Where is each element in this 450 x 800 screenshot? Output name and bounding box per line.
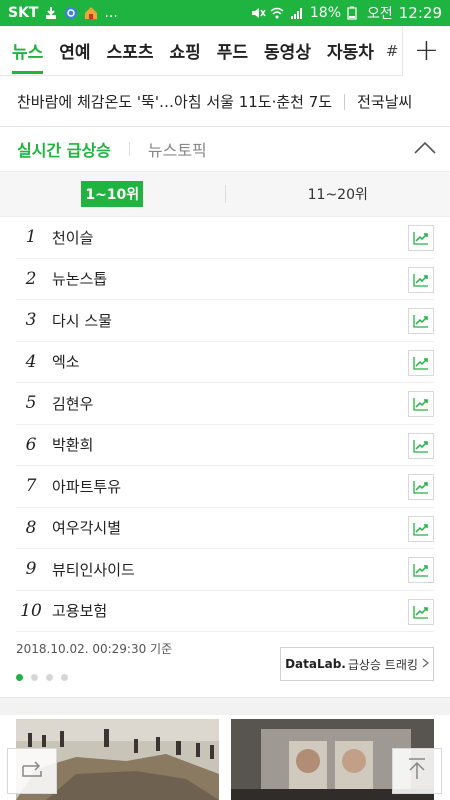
rank-keyword: 여우각시별 — [52, 519, 122, 538]
rank-item[interactable]: 1 천이슬 — [16, 217, 434, 259]
rank-number: 2 — [25, 268, 37, 289]
page-dot[interactable] — [16, 674, 23, 681]
range-1-10-label: 1~10위 — [81, 181, 144, 207]
chevron-up-icon[interactable] — [414, 139, 436, 163]
trend-chart-icon[interactable] — [408, 349, 434, 376]
section-gap — [0, 697, 450, 715]
ampm-label: 오전 — [367, 6, 393, 22]
weather-headline-bar: 찬바람에 체감온도 '뚝'…아침 서울 11도·춘천 7도 전국날씨 — [0, 77, 450, 127]
tab-hashtag[interactable]: # — [386, 42, 399, 60]
rank-list: 1 천이슬 2 뉴논스톱 3 다시 스물 4 엑소 5 김현우 6 박환희 7 … — [16, 217, 434, 632]
page-dot[interactable] — [31, 674, 38, 681]
divider — [344, 93, 346, 110]
rank-number: 8 — [25, 517, 37, 538]
realtime-header: 실시간 급상승 뉴스토픽 — [0, 127, 450, 171]
page-dot[interactable] — [46, 674, 53, 681]
rank-number: 10 — [20, 600, 42, 621]
rank-keyword: 김현우 — [52, 394, 94, 413]
range-11-20-label: 11~20위 — [307, 187, 368, 203]
plus-icon: + — [413, 33, 440, 68]
rank-number: 9 — [25, 559, 37, 580]
rank-item[interactable]: 3 다시 스물 — [16, 300, 434, 342]
rank-keyword: 뉴논스톱 — [52, 270, 108, 289]
datalab-trending-button[interactable]: DataLab. 급상승 트래킹 — [280, 647, 434, 681]
rank-number: 3 — [25, 310, 37, 331]
rank-keyword: 아파트투유 — [52, 477, 122, 496]
rank-keyword: 다시 스물 — [52, 311, 112, 330]
rank-item[interactable]: 7 아파트투유 — [16, 466, 434, 508]
trend-chart-icon[interactable] — [408, 515, 434, 542]
range-11-20[interactable]: 11~20위 — [226, 171, 450, 217]
clock: 12:29 — [398, 4, 442, 22]
trend-chart-icon[interactable] — [408, 266, 434, 293]
rank-keyword: 엑소 — [52, 353, 80, 372]
tab-video[interactable]: 동영상 — [264, 26, 311, 76]
trend-chart-icon[interactable] — [408, 474, 434, 500]
rank-item[interactable]: 5 김현우 — [16, 383, 434, 425]
sync-icon — [64, 6, 78, 20]
rank-item[interactable]: 10 고용보험 — [16, 591, 434, 632]
rank-number: 1 — [25, 227, 37, 248]
rank-number: 6 — [25, 434, 37, 455]
download-icon — [44, 6, 58, 20]
arrow-up-icon — [406, 757, 428, 785]
battery-icon — [347, 6, 361, 20]
divider — [128, 142, 130, 156]
rank-keyword: 천이슬 — [52, 228, 94, 247]
carrier-label: SKT — [8, 5, 39, 21]
datalab-label: DataLab. — [285, 657, 346, 671]
mute-icon — [250, 6, 266, 20]
tab-shopping[interactable]: 쇼핑 — [169, 26, 200, 76]
tab-news-topic[interactable]: 뉴스토픽 — [148, 137, 207, 161]
chevron-right-icon — [422, 657, 429, 671]
battery-percent: 18% — [309, 5, 341, 21]
trend-chart-icon[interactable] — [408, 391, 434, 417]
rank-item[interactable]: 2 뉴논스톱 — [16, 259, 434, 300]
ranking-timestamp: 2018.10.02. 00:29:30 기준 — [16, 642, 173, 656]
trend-chart-icon[interactable] — [408, 308, 434, 334]
status-bar: SKT ... 18% 오전 12:29 — [0, 0, 450, 26]
trend-chart-icon[interactable] — [408, 598, 434, 625]
tab-entertainment[interactable]: 연예 — [59, 26, 90, 76]
tab-sports[interactable]: 스포츠 — [107, 26, 154, 76]
rank-number: 7 — [25, 476, 37, 497]
range-1-10[interactable]: 1~10위 — [0, 171, 225, 217]
datalab-sub-label: 급상승 트래킹 — [347, 657, 418, 672]
add-tab-button[interactable]: + — [402, 26, 450, 76]
rank-item[interactable]: 9 뷰티인사이드 — [16, 549, 434, 591]
rank-number: 4 — [25, 351, 37, 372]
share-arrow-icon — [19, 758, 45, 784]
page-dot[interactable] — [61, 674, 68, 681]
rank-keyword: 고용보험 — [52, 602, 108, 621]
trend-chart-icon[interactable] — [408, 432, 434, 459]
rank-keyword: 박환희 — [52, 436, 94, 455]
rank-number: 5 — [25, 393, 37, 414]
nationwide-weather-link[interactable]: 전국날씨 — [357, 91, 412, 112]
tab-realtime-rising[interactable]: 실시간 급상승 — [17, 137, 111, 161]
rank-item[interactable]: 6 박환희 — [16, 425, 434, 466]
more-notifications: ... — [104, 5, 118, 21]
signal-icon — [290, 6, 304, 20]
trend-chart-icon[interactable] — [408, 557, 434, 583]
wifi-icon — [270, 6, 284, 20]
trend-chart-icon[interactable] — [408, 225, 434, 251]
category-tabs: 뉴스 연예 스포츠 쇼핑 푸드 동영상 자동차 # + — [0, 26, 450, 76]
tab-food[interactable]: 푸드 — [217, 26, 248, 76]
scroll-to-top-button[interactable] — [392, 748, 442, 794]
share-button[interactable] — [7, 748, 57, 794]
tab-car[interactable]: 자동차 — [327, 26, 374, 76]
tab-news[interactable]: 뉴스 — [12, 26, 44, 76]
rank-item[interactable]: 8 여우각시별 — [16, 508, 434, 549]
rank-item[interactable]: 4 엑소 — [16, 342, 434, 383]
rank-range-selector: 1~10위 11~20위 — [0, 171, 450, 217]
home-app-icon — [84, 6, 98, 20]
weather-headline[interactable]: 찬바람에 체감온도 '뚝'…아침 서울 11도·춘천 7도 — [17, 91, 332, 112]
rank-keyword: 뷰티인사이드 — [52, 560, 135, 579]
page-indicator — [16, 674, 68, 681]
